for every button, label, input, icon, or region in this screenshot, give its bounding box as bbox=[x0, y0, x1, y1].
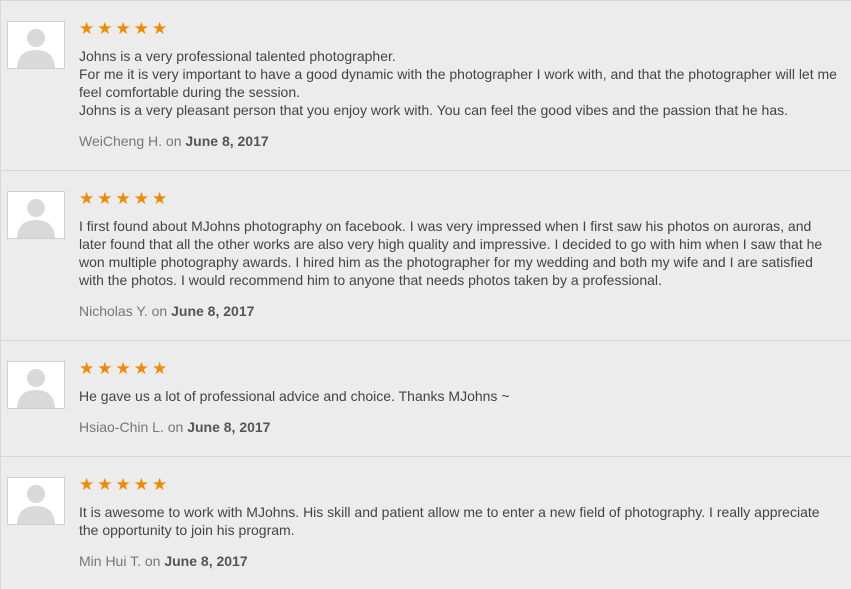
avatar-placeholder-icon bbox=[7, 361, 65, 409]
review-author: Nicholas Y. bbox=[79, 303, 148, 319]
review-text: I first found about MJohns photography o… bbox=[79, 218, 823, 288]
review-on: on bbox=[151, 303, 168, 319]
review-item: ★★★★★ He gave us a lot of professional a… bbox=[1, 340, 851, 457]
review-meta: WeiCheng H. on June 8, 2017 bbox=[79, 132, 841, 150]
review-author: Hsiao-Chin L. bbox=[79, 419, 164, 435]
avatar-placeholder-icon bbox=[7, 191, 65, 239]
review-date: June 8, 2017 bbox=[185, 133, 269, 149]
review-meta: Min Hui T. on June 8, 2017 bbox=[79, 552, 841, 570]
review-text: He gave us a lot of professional advice … bbox=[79, 388, 510, 404]
star-rating: ★★★★★ bbox=[79, 475, 171, 494]
review-author: WeiCheng H. bbox=[79, 133, 163, 149]
avatar-placeholder-icon bbox=[7, 477, 65, 525]
review-on: on bbox=[165, 133, 182, 149]
review-meta: Hsiao-Chin L. on June 8, 2017 bbox=[79, 418, 841, 436]
star-rating: ★★★★★ bbox=[79, 359, 171, 378]
review-item: ★★★★★ It is awesome to work with MJohns.… bbox=[1, 456, 851, 589]
review-item: ★★★★★ I first found about MJohns photogr… bbox=[1, 170, 851, 341]
review-on: on bbox=[144, 553, 161, 569]
review-text: Johns is a very professional talented ph… bbox=[79, 48, 837, 118]
review-on: on bbox=[167, 419, 184, 435]
review-text: It is awesome to work with MJohns. His s… bbox=[79, 504, 820, 538]
star-rating: ★★★★★ bbox=[79, 189, 171, 208]
review-meta: Nicholas Y. on June 8, 2017 bbox=[79, 302, 841, 320]
review-author: Min Hui T. bbox=[79, 553, 141, 569]
avatar-placeholder-icon bbox=[7, 21, 65, 69]
review-date: June 8, 2017 bbox=[164, 553, 248, 569]
review-item: ★★★★★ Johns is a very professional talen… bbox=[1, 0, 851, 171]
star-rating: ★★★★★ bbox=[79, 19, 171, 38]
review-date: June 8, 2017 bbox=[171, 303, 255, 319]
review-date: June 8, 2017 bbox=[187, 419, 271, 435]
reviews-list: ★★★★★ Johns is a very professional talen… bbox=[0, 0, 851, 589]
